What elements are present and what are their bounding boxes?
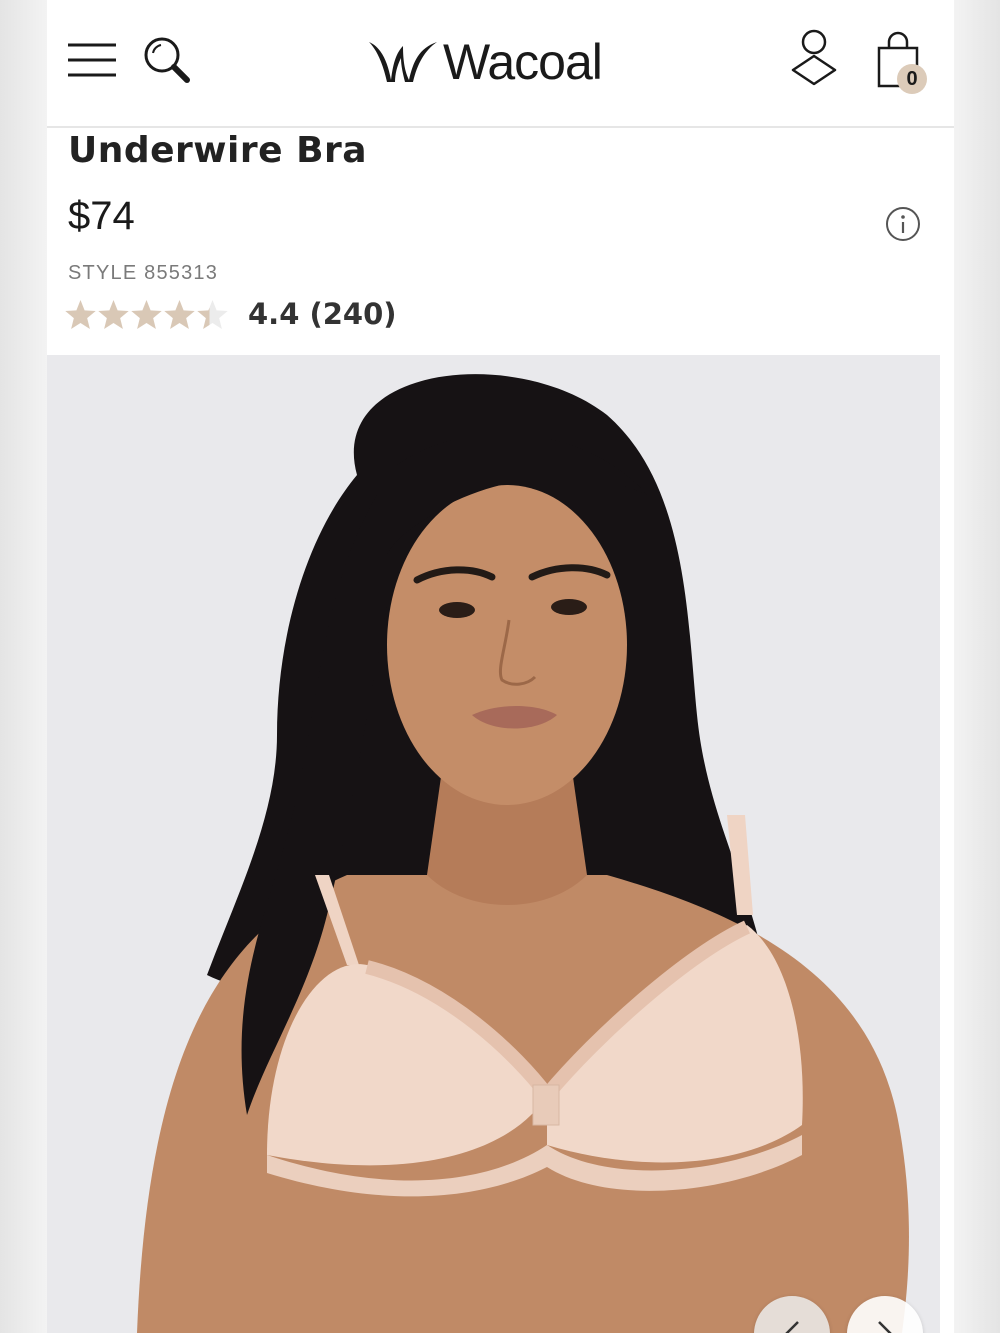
product-page: Wacoal 0 Underwire Bra $74 STYLE 855313 … (47, 0, 954, 1333)
brand-wordmark: Wacoal (443, 34, 603, 90)
chevron-right-icon (878, 1321, 892, 1333)
cart-count-badge: 0 (897, 64, 927, 94)
site-header: Wacoal 0 (47, 0, 954, 128)
cart-button[interactable]: 0 (873, 30, 929, 100)
account-button[interactable] (789, 28, 839, 90)
chevron-left-icon (785, 1321, 799, 1333)
carousel-next-button[interactable] (847, 1296, 923, 1333)
product-price: $74 (68, 194, 135, 238)
star-icon (98, 300, 129, 329)
product-style-number: STYLE 855313 (68, 262, 219, 284)
rating-summary: 4.4 (240) (248, 297, 397, 331)
price-info-button[interactable] (885, 206, 921, 242)
star-icon (65, 300, 96, 329)
menu-icon (68, 43, 116, 77)
account-icon (791, 29, 837, 86)
search-icon (144, 37, 190, 83)
page-left-margin (0, 0, 47, 1333)
product-rating[interactable]: 4.4 (240) (64, 296, 464, 336)
carousel-prev-button[interactable] (754, 1296, 830, 1333)
star-icon (164, 300, 195, 329)
product-title: Underwire Bra (68, 130, 368, 171)
wacoal-logo[interactable]: Wacoal (367, 30, 627, 92)
info-icon (886, 207, 920, 241)
search-button[interactable] (141, 34, 191, 86)
menu-button[interactable] (67, 40, 117, 80)
product-image[interactable] (47, 355, 940, 1333)
star-icon (131, 300, 162, 329)
page-right-margin (954, 0, 1000, 1333)
wacoal-logo-mark (369, 42, 437, 82)
product-photo (47, 355, 940, 1333)
star-icon (197, 300, 228, 329)
rating-stars (65, 300, 228, 329)
